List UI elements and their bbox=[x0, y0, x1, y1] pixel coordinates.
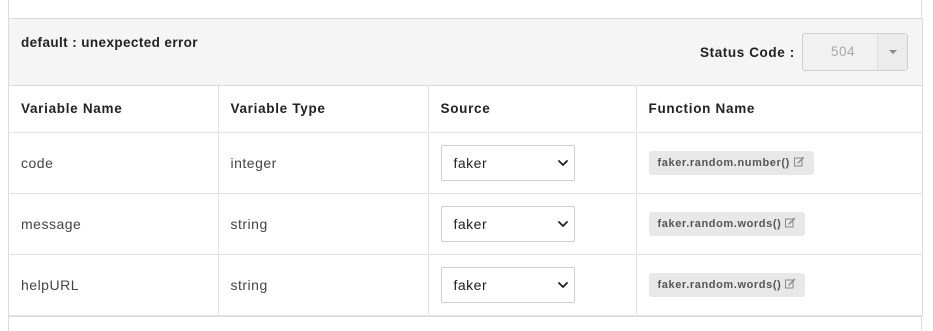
edit-icon[interactable] bbox=[793, 156, 805, 167]
status-code-select[interactable]: 504 bbox=[802, 33, 908, 71]
header-function-name: Function Name bbox=[636, 86, 922, 133]
response-title: default : unexpected error bbox=[21, 35, 198, 50]
status-code-label: Status Code : bbox=[700, 45, 795, 60]
table-header-row: Variable Name Variable Type Source Funct… bbox=[9, 86, 922, 133]
source-select[interactable]: faker bbox=[440, 266, 575, 303]
function-name-cell: faker.random.number() bbox=[636, 132, 922, 194]
source-value: faker bbox=[453, 276, 488, 293]
source-cell: faker bbox=[428, 254, 637, 316]
header-variable-type: Variable Type bbox=[218, 86, 429, 133]
function-badge[interactable]: faker.random.words() bbox=[648, 211, 806, 236]
chevron-down-icon bbox=[557, 159, 568, 166]
function-name-cell: faker.random.words() bbox=[636, 193, 922, 255]
function-badge[interactable]: faker.random.number() bbox=[648, 150, 814, 175]
panel-top-spacer bbox=[8, 0, 922, 18]
function-name-cell: faker.random.words() bbox=[636, 254, 922, 316]
edit-icon[interactable] bbox=[785, 217, 796, 228]
edit-icon[interactable] bbox=[785, 278, 796, 289]
source-value: faker bbox=[453, 154, 488, 171]
header-variable-name: Variable Name bbox=[9, 86, 219, 133]
function-name-text: faker.random.number() bbox=[657, 156, 790, 169]
function-badge[interactable]: faker.random.words() bbox=[648, 272, 806, 297]
table-row: code integer faker faker.random.number() bbox=[9, 132, 922, 194]
source-select[interactable]: faker bbox=[440, 205, 575, 242]
table-row: helpURL string faker faker.random.words(… bbox=[9, 254, 922, 316]
variable-type-cell: string bbox=[218, 193, 429, 255]
source-cell: faker bbox=[428, 193, 637, 255]
variable-type-cell: integer bbox=[218, 132, 429, 194]
caret-down-icon bbox=[889, 50, 897, 54]
variables-table: Variable Name Variable Type Source Funct… bbox=[9, 86, 922, 316]
response-panel: default : unexpected error Status Code :… bbox=[8, 18, 923, 316]
status-dropdown-toggle[interactable] bbox=[877, 34, 907, 70]
variable-name-cell: helpURL bbox=[9, 254, 219, 316]
variable-name-cell: code bbox=[9, 132, 219, 194]
panel-bottom-band bbox=[8, 316, 922, 331]
variable-name-cell: message bbox=[9, 193, 219, 255]
function-name-text: faker.random.words() bbox=[657, 278, 782, 291]
table-row: message string faker faker.random.words(… bbox=[9, 193, 922, 255]
source-cell: faker bbox=[428, 132, 637, 194]
status-code-value: 504 bbox=[830, 44, 856, 59]
chevron-down-icon bbox=[557, 220, 568, 227]
variable-type-cell: string bbox=[218, 254, 429, 316]
chevron-down-icon bbox=[557, 281, 568, 288]
panel-header: default : unexpected error Status Code :… bbox=[9, 19, 922, 86]
header-source: Source bbox=[428, 86, 637, 133]
source-value: faker bbox=[453, 215, 488, 232]
function-name-text: faker.random.words() bbox=[657, 217, 782, 230]
source-select[interactable]: faker bbox=[440, 144, 575, 181]
